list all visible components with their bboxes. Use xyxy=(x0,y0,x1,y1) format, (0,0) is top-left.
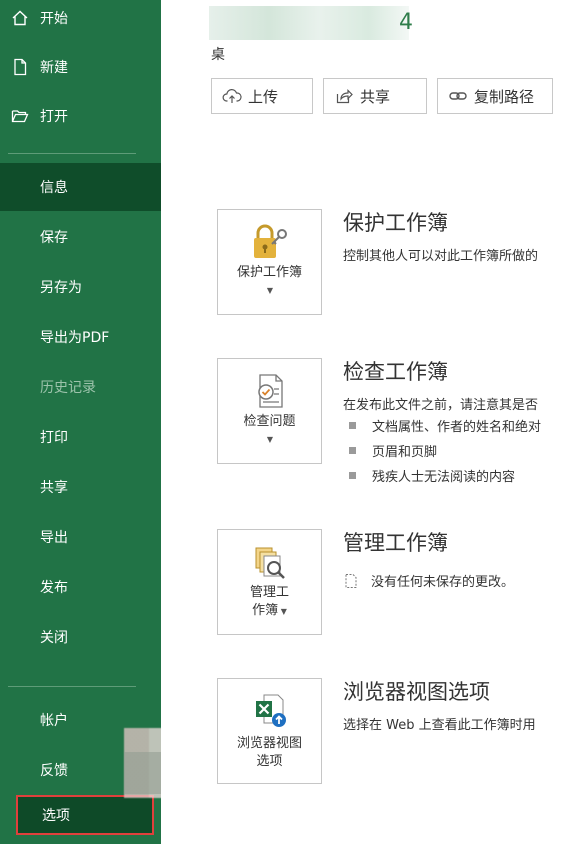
browser-view-title: 浏览器视图选项 xyxy=(343,680,490,704)
open-folder-icon xyxy=(10,106,30,126)
unsaved-changes-note: 没有任何未保存的更改。 xyxy=(343,571,514,590)
bullet-icon xyxy=(349,472,356,479)
inspect-document-icon xyxy=(248,371,292,411)
browser-view-tile-label: 选项 xyxy=(256,754,283,769)
sidebar-item-label: 导出为PDF xyxy=(40,330,110,346)
sidebar-item-publish[interactable]: 发布 xyxy=(0,564,161,610)
protect-workbook-tile-label: 保护工作簿 xyxy=(236,265,302,280)
excel-web-icon xyxy=(248,691,292,731)
sidebar-item-label: 新建 xyxy=(40,60,68,76)
sidebar-item-label: 另存为 xyxy=(40,280,82,296)
browser-view-section: 浏览器视图 选项 浏览器视图选项 选择在 Web 上查看此工作簿时用 xyxy=(217,678,565,786)
bullet-icon xyxy=(349,422,356,429)
sidebar-item-options[interactable]: 选项 xyxy=(16,795,154,835)
manage-workbook-tile-label-line2: 作簿 xyxy=(252,603,279,618)
check-for-issues-tile-label: 检查问题 xyxy=(243,414,296,429)
sidebar-item-save[interactable]: 保存 xyxy=(0,214,161,260)
redacted-title xyxy=(209,6,409,40)
sidebar-item-label: 打印 xyxy=(40,430,68,446)
link-icon xyxy=(448,86,468,106)
sidebar-item-save-as[interactable]: 另存为 xyxy=(0,264,161,310)
sidebar-item-label: 导出 xyxy=(40,530,68,546)
sidebar-item-open[interactable]: 打开 xyxy=(0,96,161,136)
sidebar-item-label: 选项 xyxy=(42,808,70,824)
inspect-workbook-description: 在发布此文件之前，请注意其是否 xyxy=(343,398,539,413)
manage-workbook-section: 管理工 作簿 ▼ 管理工作簿 没有任何未保存的更改。 xyxy=(217,529,565,637)
sidebar-item-label: 信息 xyxy=(40,180,68,196)
browser-view-tile-label: 浏览器视图 xyxy=(236,736,302,751)
unsaved-changes-text: 没有任何未保存的更改。 xyxy=(371,575,515,590)
lock-key-icon xyxy=(248,222,292,262)
upload-label: 上传 xyxy=(248,87,279,106)
manage-workbook-tile-label: 作簿 ▼ xyxy=(218,602,321,621)
sidebar-item-label: 开始 xyxy=(40,11,68,27)
browser-view-options-button[interactable]: 浏览器视图 选项 xyxy=(217,678,322,784)
protect-workbook-section: 保护工作簿 ▼ 保护工作簿 控制其他人可以对此工作簿所做的 xyxy=(217,209,565,319)
redacted-area xyxy=(124,752,164,794)
sidebar-divider xyxy=(8,153,136,154)
sidebar-item-label: 关闭 xyxy=(40,630,68,646)
cloud-upload-icon xyxy=(222,86,242,106)
sidebar-item-label: 帐户 xyxy=(40,713,68,729)
bullet-text: 残疾人士无法阅读的内容 xyxy=(372,470,516,485)
check-for-issues-button[interactable]: 检查问题 ▼ xyxy=(217,358,322,464)
sidebar-item-label: 共享 xyxy=(40,480,68,496)
sidebar-item-info[interactable]: 信息 xyxy=(0,163,161,211)
protect-workbook-description: 控制其他人可以对此工作簿所做的 xyxy=(343,249,539,264)
share-icon xyxy=(334,86,354,106)
sidebar-item-print[interactable]: 打印 xyxy=(0,414,161,460)
copy-path-label: 复制路径 xyxy=(474,87,535,106)
inspect-workbook-title: 检查工作簿 xyxy=(343,360,448,384)
backstage-sidebar: 开始 新建 打开 信息 保存 另存为 导出为PDF 历史记录 打印 共享 导出 … xyxy=(0,0,161,844)
sidebar-item-export[interactable]: 导出 xyxy=(0,514,161,560)
dropdown-caret-icon: ▼ xyxy=(278,607,287,616)
document-title-tail: 4 xyxy=(399,10,413,35)
sidebar-item-export-pdf[interactable]: 导出为PDF xyxy=(0,314,161,360)
info-pane: 4 桌 上传 共享 复制路径 保护工作簿 ▼ 保护工作簿 控制其他人可以对此工作… xyxy=(161,0,565,844)
share-label: 共享 xyxy=(360,87,391,106)
sidebar-item-label: 发布 xyxy=(40,580,68,596)
sidebar-item-label: 保存 xyxy=(40,230,68,246)
document-dotted-icon xyxy=(343,573,359,589)
sidebar-item-new[interactable]: 新建 xyxy=(0,47,161,87)
list-item: 文档属性、作者的姓名和绝对 xyxy=(343,416,565,435)
manage-workbook-title: 管理工作簿 xyxy=(343,531,448,555)
dropdown-caret-icon: ▼ xyxy=(266,435,274,444)
new-document-icon xyxy=(10,57,30,77)
copy-path-button[interactable]: 复制路径 xyxy=(437,78,553,114)
manage-workbook-button[interactable]: 管理工 作簿 ▼ xyxy=(217,529,322,635)
sidebar-divider xyxy=(8,686,136,687)
inspect-workbook-section: 检查问题 ▼ 检查工作簿 在发布此文件之前，请注意其是否 文档属性、作者的姓名和… xyxy=(217,358,565,485)
sidebar-item-home[interactable]: 开始 xyxy=(0,0,161,38)
sidebar-item-label: 打开 xyxy=(40,109,68,125)
bullet-icon xyxy=(349,447,356,454)
list-item: 页眉和页脚 xyxy=(343,441,565,460)
document-path: 桌 xyxy=(211,47,225,63)
sidebar-item-close[interactable]: 关闭 xyxy=(0,614,161,660)
sidebar-item-share[interactable]: 共享 xyxy=(0,464,161,510)
bullet-text: 页眉和页脚 xyxy=(372,445,438,460)
sidebar-item-history: 历史记录 xyxy=(0,364,161,410)
share-button[interactable]: 共享 xyxy=(323,78,427,114)
manage-workbook-tile-label: 管理工 xyxy=(249,585,289,600)
dropdown-caret-icon: ▼ xyxy=(266,286,274,295)
list-item: 残疾人士无法阅读的内容 xyxy=(343,466,565,485)
manage-versions-icon xyxy=(248,542,292,582)
protect-workbook-title: 保护工作簿 xyxy=(343,211,448,235)
bullet-text: 文档属性、作者的姓名和绝对 xyxy=(372,420,542,435)
sidebar-item-label: 历史记录 xyxy=(40,380,96,396)
upload-button[interactable]: 上传 xyxy=(211,78,313,114)
protect-workbook-button[interactable]: 保护工作簿 ▼ xyxy=(217,209,322,315)
home-icon xyxy=(10,8,30,28)
sidebar-item-label: 反馈 xyxy=(40,763,68,779)
browser-view-description: 选择在 Web 上查看此工作簿时用 xyxy=(343,718,536,733)
file-toolbar: 上传 共享 复制路径 xyxy=(211,78,553,114)
